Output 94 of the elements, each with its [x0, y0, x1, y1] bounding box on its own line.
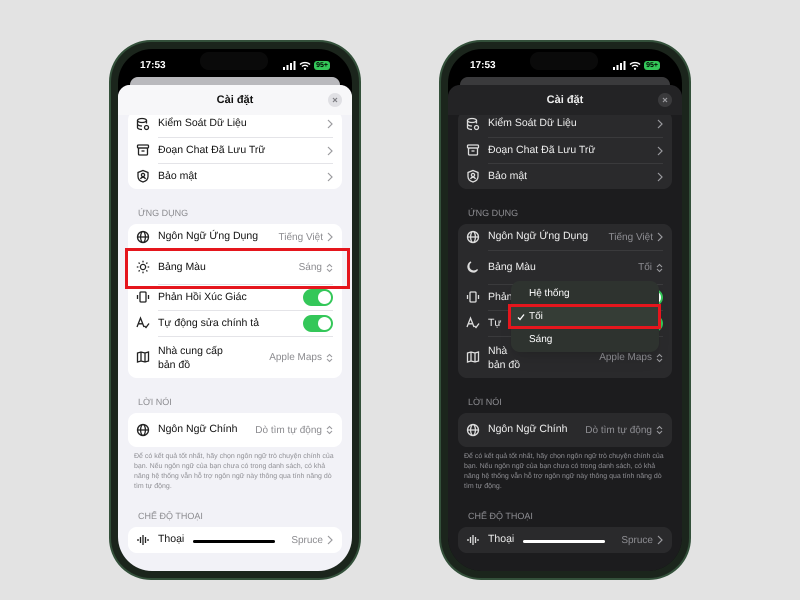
- row-label: Kiểm Soát Dữ Liệu: [488, 116, 577, 132]
- updown-chevron-icon: [326, 262, 333, 272]
- waveform-icon: [466, 533, 480, 547]
- signal-icon: [283, 60, 296, 70]
- signal-icon: [613, 60, 626, 70]
- row-label: Ngôn Ngữ Ứng Dụng: [488, 229, 588, 244]
- map-icon: [466, 350, 480, 364]
- waveform-icon: [136, 533, 150, 547]
- updown-chevron-icon: [326, 352, 333, 362]
- row-value[interactable]: Sáng: [298, 260, 322, 275]
- check-icon: [517, 312, 525, 320]
- menu-item-label: Tối: [529, 310, 543, 324]
- sheet-title: Cài đặt: [546, 92, 584, 108]
- chevron-icon: [657, 119, 663, 129]
- phone-vibrate-icon: [466, 290, 480, 304]
- row-label: Nhà: [488, 344, 508, 358]
- status-time: 17:53: [140, 58, 166, 72]
- row-value[interactable]: Apple Maps: [269, 350, 322, 365]
- row-label: Tự: [488, 316, 502, 331]
- status-time: 17:53: [470, 58, 496, 72]
- row-label: Kiểm Soát Dữ Liệu: [158, 116, 247, 132]
- row-label: Phản Hồi Xúc Giác: [158, 290, 247, 305]
- section-header: CHẾ ĐỘ THOẠI: [468, 511, 533, 521]
- moon-icon: [466, 260, 480, 274]
- row-label: Ngôn Ngữ Ứng Dụng: [158, 229, 258, 244]
- row-label: bản đồ: [158, 358, 192, 372]
- archive-icon: [136, 143, 150, 157]
- toggle-switch[interactable]: [303, 315, 333, 332]
- sun-icon: [136, 260, 150, 274]
- section-header: ỨNG DỤNG: [138, 208, 188, 218]
- row-label: Đoạn Chat Đã Lưu Trữ: [158, 142, 266, 158]
- chevron-icon: [327, 119, 333, 129]
- close-icon: [662, 97, 668, 103]
- updown-chevron-icon: [656, 262, 663, 272]
- row-value[interactable]: Spruce: [621, 532, 653, 548]
- row-label: Thoại: [488, 532, 514, 548]
- row-value[interactable]: Apple Maps: [599, 350, 652, 365]
- row-value[interactable]: Tiếng Việt: [608, 230, 653, 244]
- database-icon: [466, 117, 480, 131]
- chevron-icon: [657, 172, 663, 182]
- database-icon: [136, 117, 150, 131]
- text-check-icon: [136, 316, 150, 330]
- sheet-title: Cài đặt: [216, 92, 254, 108]
- row-label: Bảo mật: [488, 168, 528, 184]
- chevron-icon: [327, 172, 333, 182]
- chevron-icon: [657, 146, 663, 156]
- phone-vibrate-icon: [136, 290, 150, 304]
- menu-item-label: Hệ thống: [529, 287, 570, 301]
- row-label: Bảng Màu: [488, 260, 536, 275]
- text-check-icon: [466, 316, 480, 330]
- menu-item[interactable]: Sáng: [511, 328, 659, 351]
- globe-icon: [136, 423, 150, 437]
- section-header: LỜI NÓI: [468, 397, 502, 407]
- close-button[interactable]: [658, 93, 672, 107]
- section-header: ỨNG DỤNG: [468, 208, 518, 218]
- row-value[interactable]: Dò tìm tự động: [585, 422, 652, 438]
- updown-chevron-icon: [326, 425, 333, 435]
- row-label: Ngôn Ngữ Chính: [158, 422, 238, 438]
- row-value[interactable]: Tiếng Việt: [278, 230, 323, 244]
- globe-icon: [466, 230, 480, 244]
- row-label: Bảo mật: [158, 168, 198, 184]
- wifi-icon: [629, 60, 642, 70]
- close-button[interactable]: [328, 93, 342, 107]
- chevron-icon: [657, 535, 663, 545]
- menu-item[interactable]: Tối: [511, 305, 659, 328]
- row-label: bản đồ: [488, 358, 520, 372]
- menu-item-label: Sáng: [529, 333, 552, 347]
- row-label: Bảng Màu: [158, 260, 206, 275]
- archive-icon: [466, 143, 480, 157]
- row-label: Thoại: [158, 532, 184, 548]
- close-icon: [332, 97, 338, 103]
- shield-icon: [136, 169, 150, 183]
- globe-icon: [466, 423, 480, 437]
- chevron-icon: [657, 232, 663, 242]
- chevron-icon: [327, 232, 333, 242]
- map-icon: [136, 350, 150, 364]
- updown-chevron-icon: [656, 352, 663, 362]
- updown-chevron-icon: [656, 425, 663, 435]
- row-label: Tự động sửa chính tả: [158, 316, 260, 331]
- row-label: Nhà cung cấp: [158, 344, 223, 358]
- row-label: Đoạn Chat Đã Lưu Trữ: [488, 142, 596, 158]
- menu-item[interactable]: Hệ thống: [511, 282, 659, 305]
- section-header: CHẾ ĐỘ THOẠI: [138, 511, 203, 521]
- chevron-icon: [327, 146, 333, 156]
- shield-icon: [466, 169, 480, 183]
- globe-icon: [136, 230, 150, 244]
- chevron-icon: [327, 535, 333, 545]
- toggle-switch[interactable]: [303, 289, 333, 306]
- row-value[interactable]: Tối: [638, 260, 652, 275]
- section-header: LỜI NÓI: [138, 397, 172, 407]
- row-label: Ngôn Ngữ Chính: [488, 422, 568, 438]
- row-value[interactable]: Dò tìm tự động: [255, 422, 322, 438]
- wifi-icon: [299, 60, 312, 70]
- row-value[interactable]: Spruce: [291, 532, 323, 548]
